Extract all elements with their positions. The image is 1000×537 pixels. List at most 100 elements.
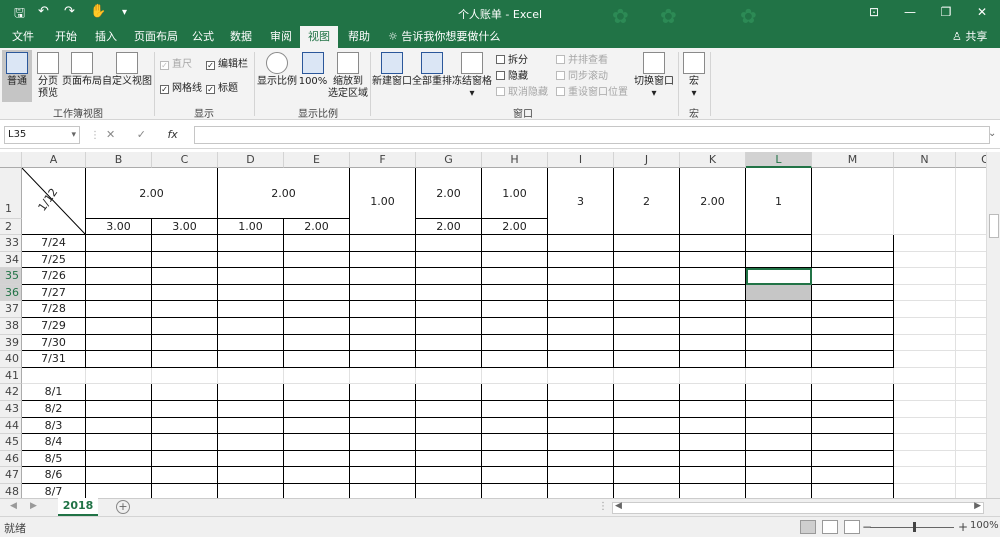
cell-e45[interactable] bbox=[284, 434, 350, 451]
cell-a36[interactable]: 7/27 bbox=[22, 284, 86, 302]
cell-l48[interactable] bbox=[746, 484, 812, 498]
cell-f43[interactable] bbox=[350, 401, 416, 418]
cell-b47[interactable] bbox=[86, 467, 152, 484]
cell-n46[interactable] bbox=[894, 450, 956, 468]
cell-o44[interactable] bbox=[956, 418, 986, 435]
cell-n47[interactable] bbox=[894, 467, 956, 484]
scrollbar-thumb[interactable] bbox=[989, 214, 999, 238]
cell-n1[interactable] bbox=[894, 168, 956, 235]
cell-d35[interactable] bbox=[218, 268, 284, 285]
cell-n48[interactable] bbox=[894, 484, 956, 498]
cell-g38[interactable] bbox=[416, 318, 482, 335]
cell-a44[interactable]: 8/3 bbox=[22, 417, 86, 435]
new-window-button[interactable]: 新建窗口 bbox=[372, 50, 412, 102]
add-sheet-button[interactable]: + bbox=[116, 500, 130, 514]
cell-g33[interactable] bbox=[416, 235, 482, 252]
cell-d41[interactable] bbox=[218, 367, 284, 385]
tab-page-layout[interactable]: 页面布局 bbox=[128, 26, 184, 48]
zoom-slider[interactable] bbox=[870, 522, 954, 532]
cell-e43[interactable] bbox=[284, 401, 350, 418]
cell-h45[interactable] bbox=[482, 434, 548, 451]
arrange-all-button[interactable]: 全部重排 bbox=[412, 50, 452, 102]
cell-a38[interactable]: 7/29 bbox=[22, 318, 86, 335]
cell-o36[interactable] bbox=[956, 285, 986, 302]
cell-b2[interactable]: 3.00 bbox=[86, 219, 152, 235]
cell-g48[interactable] bbox=[416, 484, 482, 498]
cell-o1[interactable] bbox=[956, 168, 986, 235]
cell-c45[interactable] bbox=[152, 434, 218, 451]
cell-j48[interactable] bbox=[614, 484, 680, 498]
tab-review[interactable]: 审阅 bbox=[262, 26, 300, 48]
cell-o47[interactable] bbox=[956, 467, 986, 484]
cell-j34[interactable] bbox=[614, 251, 680, 269]
cell-c44[interactable] bbox=[152, 417, 218, 435]
cell-e39[interactable] bbox=[284, 334, 350, 352]
cell-f45[interactable] bbox=[350, 434, 416, 451]
cell-j35[interactable] bbox=[614, 268, 680, 285]
cell-n35[interactable] bbox=[894, 268, 956, 285]
freeze-panes-button[interactable]: 冻结窗格 ▾ bbox=[452, 50, 492, 112]
cell-a47[interactable]: 8/6 bbox=[22, 467, 86, 484]
cell-n38[interactable] bbox=[894, 318, 956, 335]
column-header-n[interactable]: N bbox=[894, 152, 956, 168]
formula-input[interactable] bbox=[194, 126, 990, 144]
row-header-34[interactable]: 34 bbox=[0, 251, 22, 269]
cell-o46[interactable] bbox=[956, 451, 986, 468]
cell-c47[interactable] bbox=[152, 467, 218, 484]
cell-b41[interactable] bbox=[86, 367, 152, 385]
cell-c43[interactable] bbox=[152, 401, 218, 418]
cell-m42[interactable] bbox=[812, 384, 894, 401]
column-header-o[interactable]: O bbox=[956, 152, 986, 168]
cell-b45[interactable] bbox=[86, 434, 152, 451]
cell-h35[interactable] bbox=[482, 268, 548, 285]
cell-e44[interactable] bbox=[284, 417, 350, 435]
cell-a42[interactable]: 8/1 bbox=[22, 384, 86, 401]
cell-h38[interactable] bbox=[482, 318, 548, 335]
cell-n37[interactable] bbox=[894, 301, 956, 318]
cell-k40[interactable] bbox=[680, 351, 746, 368]
cell-b34[interactable] bbox=[86, 251, 152, 269]
cell-k35[interactable] bbox=[680, 268, 746, 285]
cell-l47[interactable] bbox=[746, 467, 812, 484]
cell-a37[interactable]: 7/28 bbox=[22, 301, 86, 318]
cell-g2[interactable]: 2.00 bbox=[416, 219, 482, 235]
normal-view-button[interactable]: 普通 bbox=[2, 50, 32, 102]
cell-i46[interactable] bbox=[548, 450, 614, 468]
cell-m36[interactable] bbox=[812, 284, 894, 302]
cell-g45[interactable] bbox=[416, 434, 482, 451]
sheet-tab-splitter-icon[interactable]: ⋮ bbox=[598, 501, 608, 512]
cell-b37[interactable] bbox=[86, 301, 152, 318]
cell-a43[interactable]: 8/2 bbox=[22, 401, 86, 418]
chevron-down-icon[interactable]: ▾ bbox=[71, 127, 76, 143]
expand-formula-bar-icon[interactable]: ⌄ bbox=[988, 128, 996, 139]
row-header-40[interactable]: 40 bbox=[0, 351, 22, 368]
cell-h34[interactable] bbox=[482, 251, 548, 269]
cell-k48[interactable] bbox=[680, 484, 746, 498]
cell-j46[interactable] bbox=[614, 450, 680, 468]
cell-h41[interactable] bbox=[482, 367, 548, 385]
cell-g46[interactable] bbox=[416, 450, 482, 468]
horizontal-scrollbar[interactable]: ◀ ▶ bbox=[612, 501, 984, 514]
cell-h44[interactable] bbox=[482, 417, 548, 435]
cell-o48[interactable] bbox=[956, 484, 986, 498]
tab-home[interactable]: 开始 bbox=[46, 26, 86, 48]
cell-i37[interactable] bbox=[548, 301, 614, 318]
cell-a39[interactable]: 7/30 bbox=[22, 334, 86, 352]
cell-o37[interactable] bbox=[956, 301, 986, 318]
row-header-36[interactable]: 36 bbox=[0, 284, 22, 302]
cell-f39[interactable] bbox=[350, 334, 416, 352]
cell-e42[interactable] bbox=[284, 384, 350, 401]
cell-k47[interactable] bbox=[680, 467, 746, 484]
cell-d46[interactable] bbox=[218, 450, 284, 468]
vertical-scrollbar[interactable] bbox=[986, 152, 1000, 498]
cell-l41[interactable] bbox=[746, 367, 812, 385]
cell-n33[interactable] bbox=[894, 235, 956, 252]
tab-view[interactable]: 视图 bbox=[300, 26, 338, 48]
drag-handle-icon[interactable]: ⋮ bbox=[90, 130, 100, 141]
column-header-m[interactable]: M bbox=[812, 152, 894, 168]
row-header-45[interactable]: 45 bbox=[0, 434, 22, 451]
cell-j44[interactable] bbox=[614, 417, 680, 435]
cell-d43[interactable] bbox=[218, 401, 284, 418]
cell-o39[interactable] bbox=[956, 335, 986, 352]
tab-insert[interactable]: 插入 bbox=[86, 26, 126, 48]
